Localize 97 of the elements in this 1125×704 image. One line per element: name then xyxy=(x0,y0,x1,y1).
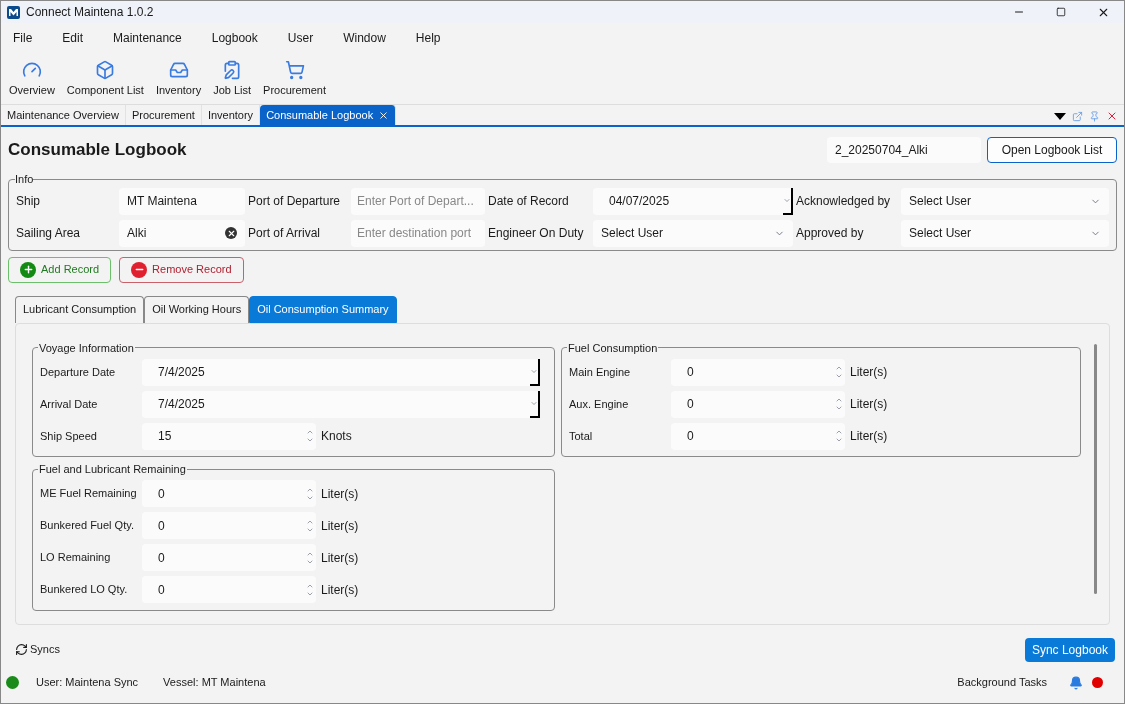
menu-item[interactable]: User xyxy=(287,29,314,47)
bell-icon[interactable] xyxy=(1069,675,1083,690)
field-label: Ship xyxy=(16,193,42,210)
field-label: Date of Record xyxy=(488,193,570,210)
date-picker[interactable]: 04/07/2025 xyxy=(593,187,793,215)
number-spinner[interactable]: 0 xyxy=(142,480,316,507)
text-field[interactable]: Enter destination port xyxy=(351,219,485,247)
scrollbar[interactable] xyxy=(1094,343,1097,594)
clear-icon[interactable] xyxy=(225,227,237,239)
close-tab-icon[interactable] xyxy=(378,109,390,121)
pin-icon[interactable] xyxy=(1089,110,1100,122)
toolbar-button[interactable]: Component List xyxy=(66,59,144,98)
field-label: Departure Date xyxy=(40,364,117,380)
group-title: Voyage Information xyxy=(38,340,135,356)
field-label: Engineer On Duty xyxy=(488,225,585,242)
field-label: Bunkered LO Qty. xyxy=(40,582,129,598)
spin-down-icon[interactable] xyxy=(835,372,843,380)
unit-label: Liter(s) xyxy=(850,428,888,445)
field-label: Arrival Date xyxy=(40,396,99,412)
add-record-button[interactable]: Add Record xyxy=(8,256,112,283)
toolbar-button[interactable]: Job List xyxy=(213,59,252,98)
menu-item[interactable]: File xyxy=(13,29,33,47)
spin-up-icon[interactable] xyxy=(835,428,843,436)
menu-item[interactable]: Help xyxy=(415,29,441,47)
spin-up-icon[interactable] xyxy=(306,428,314,436)
user-status: User: Maintena Sync xyxy=(36,675,139,691)
field-label: Ship Speed xyxy=(40,428,98,444)
unit-label: Liter(s) xyxy=(850,396,888,413)
user-select[interactable]: Select User xyxy=(901,187,1109,215)
field-label: Aux. Engine xyxy=(569,396,630,412)
unit-label: Liter(s) xyxy=(321,485,359,503)
field-label: Approved by xyxy=(796,225,865,242)
field-label: LO Remaining xyxy=(40,550,112,566)
group-title: Fuel Consumption xyxy=(567,340,659,356)
document-tab[interactable]: Consumable Logbook xyxy=(260,105,397,125)
field-label: Total xyxy=(569,428,594,444)
syncs-label[interactable]: Syncs xyxy=(30,641,60,658)
text-field[interactable]: Enter Port of Depart... xyxy=(351,187,485,215)
background-tasks-label[interactable]: Background Tasks xyxy=(957,674,1047,691)
date-picker[interactable]: 7/4/2025 xyxy=(142,358,540,386)
number-spinner[interactable]: 0 xyxy=(142,544,316,571)
cart-icon xyxy=(284,59,305,80)
number-spinner[interactable]: 0 xyxy=(142,576,316,603)
logbook-name-field[interactable]: 2_20250704_Alki xyxy=(827,137,981,163)
field-label: Port of Arrival xyxy=(248,225,322,242)
spin-up-icon[interactable] xyxy=(835,396,843,404)
number-spinner[interactable]: 15 xyxy=(142,422,316,450)
menu-item[interactable]: Maintenance xyxy=(113,29,182,47)
group-title: Fuel and Lubricant Remaining xyxy=(38,462,187,477)
user-select[interactable]: Select User xyxy=(901,219,1109,247)
field-label: Bunkered Fuel Qty. xyxy=(40,518,135,534)
user-select[interactable]: Select User xyxy=(593,219,793,247)
spin-up-icon[interactable] xyxy=(835,364,843,372)
page-title: Consumable Logbook xyxy=(8,139,187,162)
alert-icon[interactable] xyxy=(1092,677,1103,688)
text-field[interactable]: Alki xyxy=(119,219,245,247)
field-label: Acknowledged by xyxy=(796,193,892,210)
unit-label: Liter(s) xyxy=(321,549,359,567)
popout-icon[interactable] xyxy=(1072,110,1083,122)
unit-label: Liter(s) xyxy=(321,581,359,599)
sync-icon[interactable] xyxy=(15,643,28,656)
field-label: Port of Departure xyxy=(248,193,342,210)
number-spinner[interactable]: 0 xyxy=(671,422,845,450)
minus-icon xyxy=(131,261,148,278)
toolbar-button[interactable]: Inventory xyxy=(155,59,202,98)
app-logo-icon xyxy=(7,5,20,19)
window-title: Connect Maintena 1.0.2 xyxy=(26,4,154,21)
maximize-icon[interactable] xyxy=(1056,7,1066,17)
number-spinner[interactable]: 0 xyxy=(142,512,316,539)
tab[interactable]: Oil Consumption Summary xyxy=(249,295,397,323)
plus-icon xyxy=(20,261,36,278)
tab[interactable]: Lubricant Consumption xyxy=(15,295,145,323)
menu-item[interactable]: Logbook xyxy=(211,29,258,47)
spin-down-icon[interactable] xyxy=(306,436,314,444)
field-label: Sailing Area xyxy=(16,225,82,242)
menu-item[interactable]: Edit xyxy=(62,29,84,47)
spin-down-icon[interactable] xyxy=(835,404,843,412)
text-field[interactable]: MT Maintena xyxy=(119,187,245,215)
number-spinner[interactable]: 0 xyxy=(671,358,845,386)
group-title: Info xyxy=(15,172,34,187)
number-spinner[interactable]: 0 xyxy=(671,390,845,418)
clipboard-icon xyxy=(222,59,243,80)
toolbar-button[interactable]: Procurement xyxy=(263,59,327,98)
spin-down-icon[interactable] xyxy=(835,436,843,444)
field-label: Main Engine xyxy=(569,364,632,380)
toolbar-button[interactable]: Overview xyxy=(9,59,55,98)
open-logbook-list-button[interactable]: Open Logbook List xyxy=(987,137,1117,163)
date-picker[interactable]: 7/4/2025 xyxy=(142,390,540,418)
unit-label: Knots xyxy=(321,428,352,445)
unit-label: Liter(s) xyxy=(321,517,359,535)
sync-logbook-button[interactable]: Sync Logbook xyxy=(1024,637,1115,662)
field-label: ME Fuel Remaining xyxy=(40,486,138,502)
unit-label: Liter(s) xyxy=(850,364,888,381)
menu-item[interactable]: Window xyxy=(343,29,386,47)
cube-icon xyxy=(95,59,116,80)
remove-record-button[interactable]: Remove Record xyxy=(119,256,244,283)
vessel-status: Vessel: MT Maintena xyxy=(163,675,266,691)
